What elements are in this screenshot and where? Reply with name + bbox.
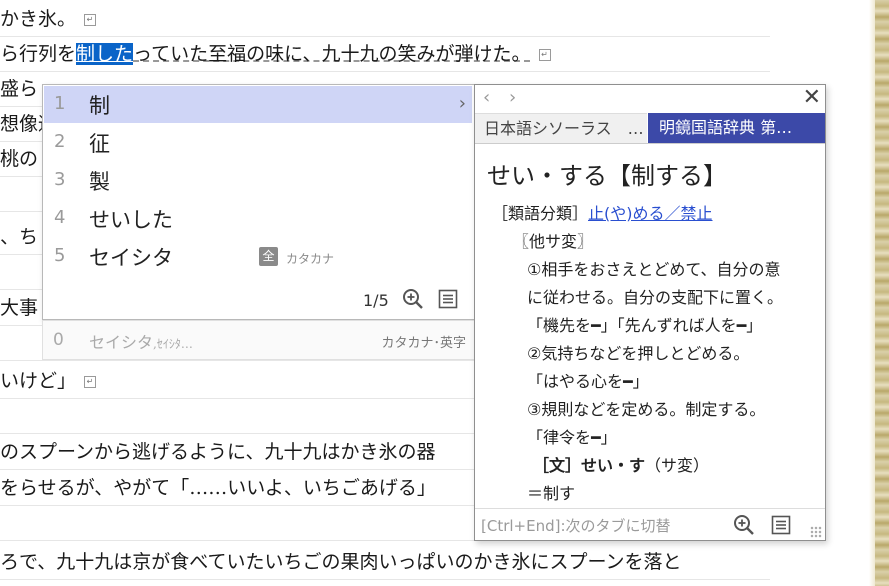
doc-line: かき氷。 ↵ bbox=[0, 2, 770, 37]
candidate-text: 征 bbox=[89, 132, 110, 156]
doc-line: ら行列を制したっていた至福の味に、九十九の笑みが弾けた。 ↵ bbox=[0, 37, 770, 72]
tab-meikyo-dictionary[interactable]: 明鏡国語辞典 第… bbox=[648, 113, 825, 143]
candidate-text: 制 bbox=[89, 94, 110, 118]
dictionary-popup: ‹ › ✕ 日本語シソーラス … 明鏡国語辞典 第… せい・する【制する】 ［類… bbox=[474, 84, 826, 541]
list-icon[interactable] bbox=[771, 515, 791, 535]
prediction-number: 0 bbox=[53, 330, 64, 350]
prediction-candidate[interactable]: 0 セイシタ,ｾｲｼﾀ… カタカナ･英字 bbox=[42, 320, 475, 360]
list-icon[interactable] bbox=[438, 289, 458, 309]
return-mark-icon: ↵ bbox=[538, 49, 551, 61]
dictionary-toolbar: ‹ › ✕ bbox=[475, 85, 825, 113]
dictionary-footer: [Ctrl+End]:次のタブに切替 bbox=[475, 508, 825, 541]
definition-line: ①相手をおさえとどめて、自分の意 bbox=[527, 260, 781, 279]
prediction-category: カタカナ･英字 bbox=[381, 336, 466, 351]
candidate-number: 2 bbox=[54, 131, 66, 152]
definition-line: 「律令を━」 bbox=[527, 428, 617, 447]
candidate-number: 4 bbox=[54, 207, 66, 228]
definition-line: 「はやる心を━」 bbox=[527, 372, 649, 391]
category-link[interactable]: 止(や)める／禁止 bbox=[588, 204, 713, 223]
back-arrow-icon[interactable]: ‹ bbox=[483, 87, 490, 108]
candidate-text: 製 bbox=[89, 170, 110, 194]
return-mark-icon: ↵ bbox=[84, 14, 97, 26]
candidate-number: 1 bbox=[54, 93, 66, 114]
bungo-line: ［文］せい・す（サ変） bbox=[533, 456, 710, 475]
candidate-number: 5 bbox=[54, 245, 66, 266]
definition-line: ②気持ちなどを押しとどめる。 bbox=[527, 344, 750, 363]
part-of-speech: 〖他サ変〗 bbox=[513, 232, 594, 251]
candidate-item[interactable]: 2 征 bbox=[44, 124, 472, 161]
fullwidth-badge-icon: 全 bbox=[259, 247, 278, 266]
candidate-text: せいした bbox=[89, 208, 173, 232]
candidate-item[interactable]: 4 せいした bbox=[44, 200, 472, 237]
page-indicator: 1/5 bbox=[363, 291, 389, 310]
forward-arrow-icon[interactable]: › bbox=[509, 87, 516, 108]
candidate-text: セイシタ bbox=[89, 246, 173, 270]
ime-candidate-window: 1 制 › 2 征 3 製 4 せいした 5 セイシタ 全 カタカナ 1/5 bbox=[42, 84, 475, 320]
candidate-item[interactable]: 3 製 bbox=[44, 162, 472, 199]
candidate-number: 3 bbox=[54, 169, 66, 190]
shortcut-hint: [Ctrl+End]:次のタブに切替 bbox=[481, 517, 671, 535]
return-mark-icon: ↵ bbox=[84, 376, 97, 388]
definition-line: 「機先を━」「先んずれば人を━」 bbox=[527, 316, 763, 335]
desktop-background bbox=[875, 0, 889, 586]
category-row: ［類語分類］止(や)める／禁止 bbox=[492, 204, 713, 223]
prediction-text: セイシタ,ｾｲｼﾀ… bbox=[89, 333, 193, 352]
definition-line: に従わせる。自分の支配下に置く。 bbox=[527, 288, 784, 307]
candidate-item[interactable]: 5 セイシタ 全 カタカナ bbox=[44, 238, 472, 275]
selected-text[interactable]: 制した bbox=[76, 43, 134, 65]
candidate-item[interactable]: 1 制 › bbox=[44, 86, 472, 123]
chevron-right-icon[interactable]: › bbox=[459, 93, 466, 114]
headword: せい・する【制する】 bbox=[487, 162, 727, 190]
dictionary-tabs: 日本語シソーラス … 明鏡国語辞典 第… bbox=[475, 113, 825, 144]
tab-thesaurus[interactable]: 日本語シソーラス … bbox=[475, 113, 647, 143]
doc-line: ろで、九十九は京が食べていたいちごの果肉いっぱいのかき氷にスプーンを落と bbox=[0, 545, 770, 580]
resize-grip-icon[interactable] bbox=[810, 526, 822, 538]
zoom-in-icon[interactable] bbox=[402, 288, 424, 310]
close-icon[interactable]: ✕ bbox=[803, 85, 821, 110]
zoom-in-icon[interactable] bbox=[733, 514, 755, 536]
definition-line: ③規則などを定める。制定する。 bbox=[527, 400, 766, 419]
candidate-annotation: カタカナ bbox=[286, 252, 335, 266]
equals-line: ＝制す bbox=[527, 484, 576, 503]
